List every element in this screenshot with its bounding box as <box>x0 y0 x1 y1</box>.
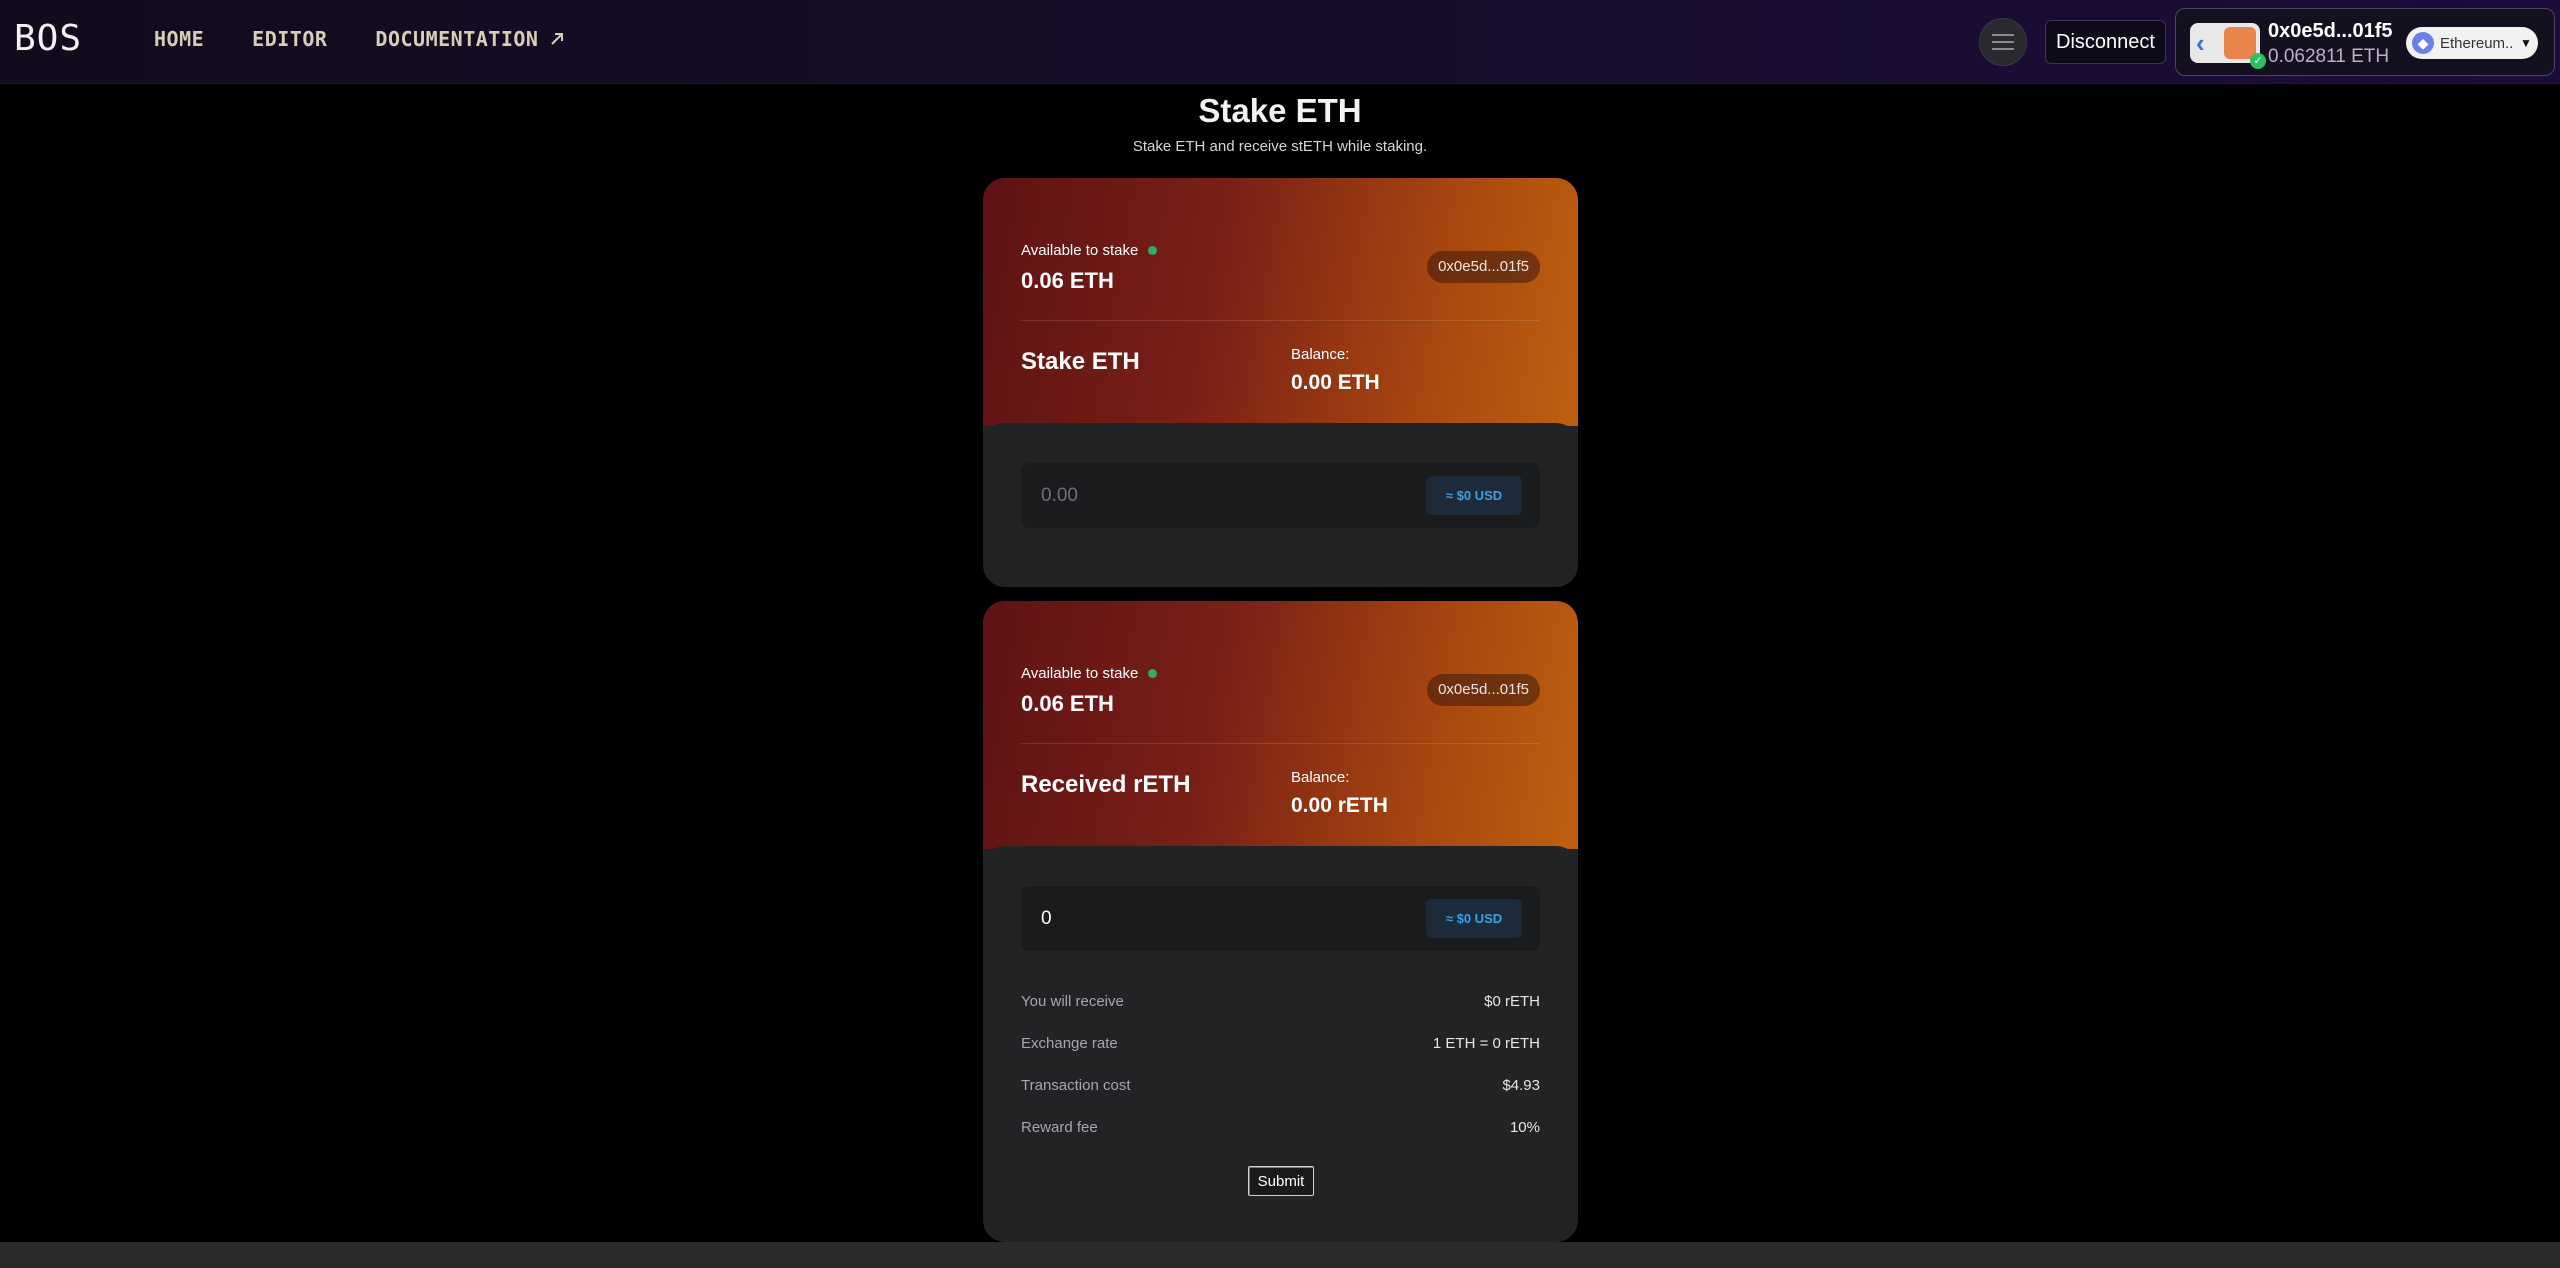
available-to-stake-label: Available to stake <box>1021 242 1158 259</box>
info-row-reward-fee: Reward fee 10% <box>1021 1119 1540 1136</box>
info-key: You will receive <box>1021 993 1124 1010</box>
nav-link-documentation-label: DOCUMENTATION <box>375 27 539 51</box>
page-subtitle: Stake ETH and receive stETH while stakin… <box>1132 138 1428 155</box>
nav-link-home[interactable]: HOME <box>154 27 204 51</box>
available-label-text: Available to stake <box>1021 665 1139 682</box>
nav-link-documentation[interactable]: DOCUMENTATION <box>375 27 566 51</box>
nav-link-editor[interactable]: EDITOR <box>252 27 327 51</box>
stake-card: Available to stake 0.06 ETH 0x0e5d...01f… <box>983 178 1578 587</box>
info-key: Reward fee <box>1021 1119 1098 1136</box>
wallet-balance: 0.062811 ETH <box>2268 46 2390 67</box>
info-value: 1 ETH = 0 rETH <box>1432 1035 1540 1052</box>
nav-link-home-label: HOME <box>154 27 205 51</box>
balance-label: Balance: <box>1291 769 1350 786</box>
status-dot <box>1148 246 1158 255</box>
status-dot <box>1148 669 1158 678</box>
metamask-icon <box>2224 27 2256 59</box>
balance-label: Balance: <box>1291 346 1350 363</box>
balance-value: 0.00 rETH <box>1291 794 1388 817</box>
wallet-widget[interactable]: ‹ ✓ 0x0e5d...01f5 0.062811 ETH ◆ Ethereu… <box>2175 8 2555 76</box>
info-row-transaction-cost: Transaction cost $4.93 <box>1021 1077 1540 1094</box>
info-row-exchange-rate: Exchange rate 1 ETH = 0 rETH <box>1021 1035 1540 1052</box>
info-key: Transaction cost <box>1021 1077 1131 1094</box>
info-value: 10% <box>1509 1119 1540 1136</box>
info-value: $4.93 <box>1502 1077 1540 1094</box>
address-badge: 0x0e5d...01f5 <box>1427 674 1540 706</box>
caret-down-icon: ▼ <box>2520 36 2532 50</box>
bottom-bar <box>0 1242 2560 1268</box>
receive-card-body: ≈ $0 USD You will receive $0 rETH Exchan… <box>983 846 1578 1242</box>
available-to-stake-label: Available to stake <box>1021 665 1158 682</box>
address-badge: 0x0e5d...01f5 <box>1427 251 1540 283</box>
available-to-stake-value: 0.06 ETH <box>1021 268 1114 293</box>
available-label-text: Available to stake <box>1021 242 1139 259</box>
wallet-chevron-icon: ‹ <box>2196 28 2205 58</box>
external-link-icon <box>551 33 564 45</box>
submit-button[interactable]: Submit <box>1248 1166 1314 1196</box>
bos-logo[interactable]: BOS <box>14 18 82 59</box>
receive-amount-input[interactable] <box>1041 886 1421 951</box>
stake-amount-box: ≈ $0 USD <box>1021 463 1540 528</box>
info-row-you-will-receive: You will receive $0 rETH <box>1021 993 1540 1010</box>
available-to-stake-value: 0.06 ETH <box>1021 691 1114 716</box>
ethereum-icon: ◆ <box>2412 32 2434 54</box>
receive-card-header: Available to stake 0.06 ETH 0x0e5d...01f… <box>983 601 1578 849</box>
info-key: Exchange rate <box>1021 1035 1118 1052</box>
nav-links: HOME EDITOR DOCUMENTATION <box>154 27 566 51</box>
wallet-icons: ‹ ✓ <box>2190 23 2266 69</box>
stake-amount-input[interactable] <box>1041 463 1421 528</box>
receive-card: Available to stake 0.06 ETH 0x0e5d...01f… <box>983 601 1578 1242</box>
received-section-title: Received rETH <box>1021 771 1191 798</box>
disconnect-button[interactable]: Disconnect <box>2045 20 2166 64</box>
wallet-address: 0x0e5d...01f5 <box>2268 20 2393 42</box>
page: BOS HOME EDITOR DOCUMENTATION Disconnect… <box>0 0 2560 1268</box>
network-selector[interactable]: ◆ Ethereum... ▼ <box>2406 27 2538 59</box>
connected-check-icon: ✓ <box>2250 53 2266 69</box>
top-nav: BOS HOME EDITOR DOCUMENTATION Disconnect… <box>0 0 2560 84</box>
network-label: Ethereum... <box>2440 34 2514 52</box>
usd-value-button[interactable]: ≈ $0 USD <box>1426 899 1522 938</box>
receive-amount-box: ≈ $0 USD <box>1021 886 1540 951</box>
info-value: $0 rETH <box>1484 993 1540 1010</box>
balance-value: 0.00 ETH <box>1291 371 1380 394</box>
stake-card-body: ≈ $0 USD <box>983 423 1578 587</box>
stake-card-header: Available to stake 0.06 ETH 0x0e5d...01f… <box>983 178 1578 426</box>
usd-value-button[interactable]: ≈ $0 USD <box>1426 476 1522 515</box>
stake-section-title: Stake ETH <box>1021 348 1140 375</box>
nav-link-editor-label: EDITOR <box>252 27 328 51</box>
page-title: Stake ETH <box>1198 92 1362 129</box>
hamburger-menu-button[interactable] <box>1979 18 2027 66</box>
divider <box>1021 320 1540 321</box>
divider <box>1021 743 1540 744</box>
menu-icon <box>1992 34 2014 50</box>
